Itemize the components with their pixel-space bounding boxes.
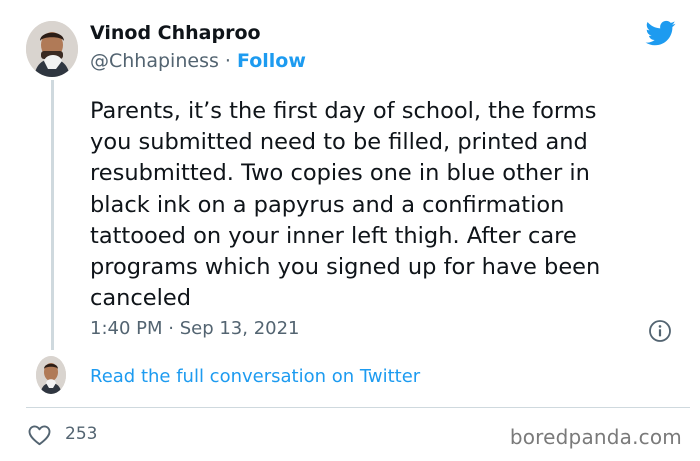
heart-icon[interactable] [27,424,52,446]
watermark: boredpanda.com [509,425,682,449]
twitter-bird-icon[interactable] [644,18,678,48]
avatar-photo [26,21,78,77]
read-conversation-link[interactable]: Read the full conversation on Twitter [90,366,420,387]
like-count: 253 [65,424,98,444]
avatar-photo-small [36,356,66,394]
user-handle[interactable]: @Chhapiness [90,50,219,72]
handle-separator: · [218,50,237,72]
tweet-timestamp[interactable]: 1:40 PM · Sep 13, 2021 [90,318,300,339]
info-icon[interactable] [648,319,672,343]
display-name[interactable]: Vinod Chhaproo [90,22,261,44]
divider [26,407,690,408]
follow-button[interactable]: Follow [237,50,306,72]
author-avatar[interactable] [26,21,78,77]
thread-line [51,80,54,350]
handle-line: @Chhapiness · Follow [90,50,306,72]
tweet-text: Parents, it’s the first day of school, t… [90,98,601,312]
reply-avatar[interactable] [36,356,66,394]
